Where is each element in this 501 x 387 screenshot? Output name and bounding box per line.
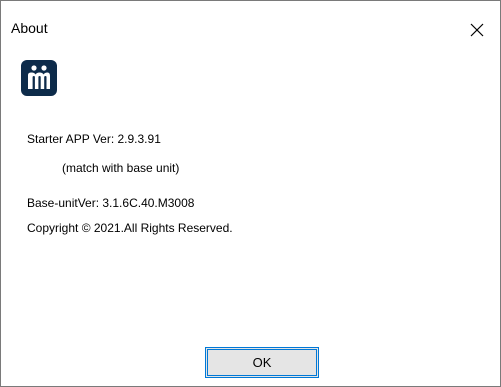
copyright-text: Copyright © 2021.All Rights Reserved.	[27, 221, 233, 235]
close-icon	[470, 23, 484, 37]
starter-app-version: Starter APP Ver: 2.9.3.91	[27, 132, 161, 146]
match-note: (match with base unit)	[62, 161, 180, 175]
window-title: About	[11, 20, 48, 36]
base-unit-version: Base-unitVer: 3.1.6C.40.M3008	[27, 196, 195, 210]
title-bar: About	[1, 1, 500, 37]
app-logo-icon	[21, 60, 57, 96]
about-dialog: About Starter APP Ver: 2.9.3.91 (match w…	[0, 0, 501, 387]
dialog-content: Starter APP Ver: 2.9.3.91 (match with ba…	[1, 45, 500, 386]
ok-button[interactable]: OK	[205, 347, 319, 378]
close-button[interactable]	[454, 15, 500, 45]
